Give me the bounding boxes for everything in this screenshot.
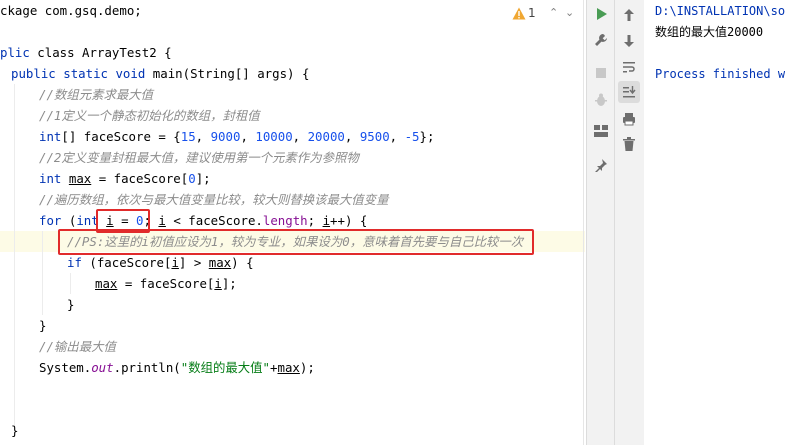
indent-guide: [14, 84, 15, 428]
console-output: 数组的最大值20000: [655, 25, 764, 39]
up-arrow-icon[interactable]: [618, 4, 640, 26]
highlight-box-comment: [58, 229, 534, 255]
down-arrow-icon[interactable]: [618, 30, 640, 52]
code-line-class-decl: plic class ArrayTest2 {: [0, 45, 172, 60]
chevron-down-icon[interactable]: ⌄: [565, 6, 574, 19]
scroll-to-end-icon[interactable]: [618, 81, 640, 103]
console-command-path: D:\INSTALLATION\sof: [655, 4, 785, 18]
code-line-package: ckage com.gsq.demo;: [0, 3, 142, 18]
print-icon[interactable]: [618, 108, 640, 130]
code-line-if: if (faceScore[i] > max) {: [67, 255, 254, 270]
code-line-main-decl: public static void main(String[] args) {: [11, 66, 310, 81]
indent-guide: [42, 231, 43, 315]
chevron-up-icon[interactable]: ⌃: [549, 6, 558, 19]
pin-icon[interactable]: [590, 154, 612, 176]
debug-icon[interactable]: [590, 89, 612, 111]
soft-wrap-icon[interactable]: [618, 56, 640, 78]
indent-guide: [70, 273, 71, 294]
code-brace: }: [39, 318, 47, 333]
code-comment: //1定义一个静态初始化的数组，封租值: [39, 108, 260, 123]
run-icon[interactable]: [590, 3, 612, 25]
run-console[interactable]: D:\INSTALLATION\sof 数组的最大值20000 Process …: [644, 0, 785, 445]
code-line-array-init: int[] faceScore = {15, 9000, 10000, 2000…: [39, 129, 435, 144]
code-comment: //输出最大值: [39, 339, 116, 354]
code-line-println: System.out.println("数组的最大值"+max);: [39, 360, 315, 375]
code-brace: }: [67, 297, 75, 312]
code-comment: //2定义变量封租最大值，建议使用第一个元素作为参照物: [39, 150, 359, 165]
warning-indicator[interactable]: 1: [512, 4, 536, 22]
warning-icon: [512, 7, 526, 19]
code-comment: //数组元素求最大值: [39, 87, 154, 102]
stop-icon[interactable]: [590, 62, 612, 84]
code-line-for-loop: for (int i = 0; i < faceScore.length; i+…: [39, 213, 368, 228]
code-comment: //遍历数组，依次与最大值变量比较，较大则替换该最大值变量: [39, 192, 389, 207]
trash-icon[interactable]: [618, 133, 640, 155]
code-editor[interactable]: ckage com.gsq.demo; plic class ArrayTest…: [0, 0, 585, 445]
run-toolbar: [586, 0, 615, 445]
wrench-icon[interactable]: [590, 29, 612, 51]
right-margin-line: [583, 0, 584, 445]
code-brace: }: [11, 423, 19, 438]
console-toolbar: [614, 0, 644, 445]
code-line-max-decl: int max = faceScore[0];: [39, 171, 211, 186]
warning-count: 1: [528, 6, 536, 20]
code-line-assign: max = faceScore[i];: [95, 276, 237, 291]
console-process-finished: Process finished wi: [655, 67, 785, 81]
layout-icon[interactable]: [590, 120, 612, 142]
